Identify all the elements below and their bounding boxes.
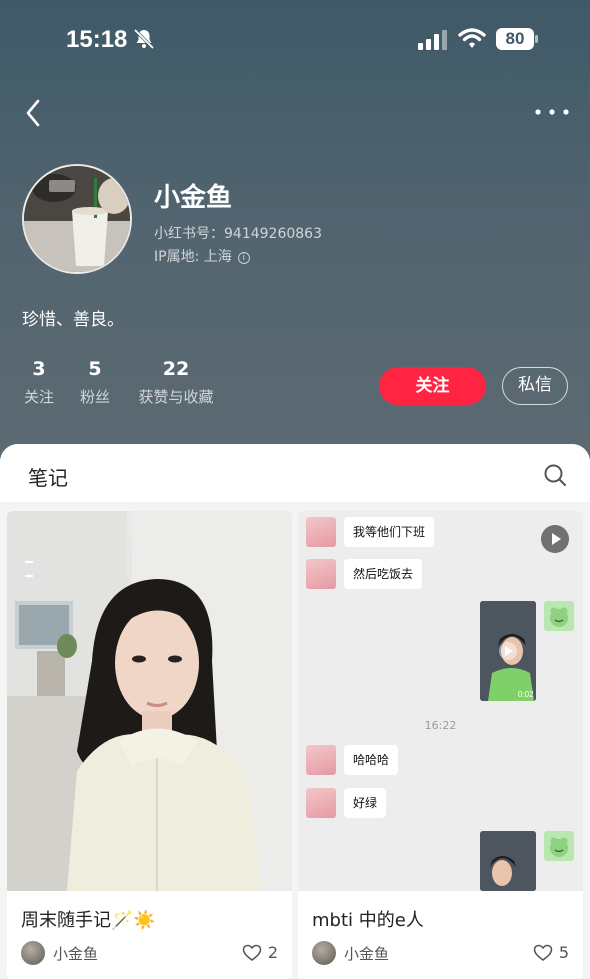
frog-avatar [544, 831, 574, 861]
profile-name: 小金鱼 [154, 183, 233, 213]
note-author: 小金鱼 [53, 945, 99, 963]
author-avatar [312, 941, 336, 965]
stat-followers-label: 粉丝 [79, 388, 110, 406]
battery-icon: 80 [496, 28, 538, 50]
bell-slash-icon [133, 28, 155, 50]
battery-level: 80 [505, 29, 525, 48]
note-cover-image: 我等他们下班 然后吃饭去 0:02 16:22 哈哈哈 好绿 [298, 511, 583, 891]
author-avatar [21, 941, 45, 965]
tab-notes[interactable]: 笔记 [28, 462, 68, 491]
avatar-image [24, 166, 130, 272]
more-options-button[interactable] [532, 100, 572, 124]
heart-icon[interactable] [242, 943, 262, 963]
profile-bio: 珍惜、善良。 [22, 310, 124, 330]
stat-followers[interactable]: 5 粉丝 [78, 358, 112, 407]
video-duration: 0:02 [518, 690, 534, 699]
search-icon[interactable] [543, 463, 567, 487]
play-icon[interactable] [541, 525, 569, 553]
wifi-icon [458, 28, 486, 48]
status-time: 15:18 [66, 26, 128, 53]
note-card[interactable]: 周末随手记🪄☀️ 小金鱼 2 [7, 511, 292, 979]
stat-followers-count: 5 [88, 358, 102, 380]
stat-likes-count: 22 [162, 358, 190, 380]
chat-bubble: 然后吃饭去 [344, 559, 423, 589]
note-cover-image [7, 511, 292, 891]
status-bar: 15:18 80 [0, 0, 590, 80]
note-title: mbti 中的e人 [312, 910, 424, 931]
chat-video-thumbnail: 0:02 [480, 601, 536, 701]
follow-button[interactable]: 关注 [379, 367, 486, 405]
chat-avatar [306, 745, 336, 775]
like-count: 2 [267, 943, 278, 962]
chat-avatar [306, 517, 336, 547]
notes-header: 笔记 [0, 444, 590, 502]
chat-avatar [306, 788, 336, 818]
signal-icon [418, 30, 447, 50]
stat-likes-label: 获赞与收藏 [138, 388, 214, 406]
stat-following-label: 关注 [23, 388, 54, 406]
info-icon[interactable]: i [237, 252, 250, 264]
chat-avatar [306, 559, 336, 589]
ip-location-text: IP属地: 上海 [154, 249, 232, 265]
chat-bubble: 我等他们下班 [344, 517, 435, 547]
stat-likes-collects[interactable]: 22 获赞与收藏 [134, 358, 218, 407]
frog-avatar [544, 601, 574, 631]
notes-panel: 笔记 周末随手记🪄☀️ 小金鱼 2 我等他们下班 然后吃饭去 0:02 16:2… [0, 444, 590, 979]
note-card[interactable]: 我等他们下班 然后吃饭去 0:02 16:22 哈哈哈 好绿 mbti 中的e人… [298, 511, 583, 979]
profile-id: 小红书号：94149260863 [154, 226, 322, 242]
stat-following-count: 3 [32, 358, 46, 380]
back-button[interactable] [20, 96, 48, 130]
chat-video-thumbnail [480, 831, 536, 891]
chat-bubble: 哈哈哈 [344, 745, 399, 775]
profile-ip-location: IP属地: 上海 i [154, 246, 250, 266]
note-title: 周末随手记🪄☀️ [21, 910, 156, 931]
message-button[interactable]: 私信 [502, 367, 568, 405]
heart-icon[interactable] [533, 943, 553, 963]
like-count: 5 [558, 943, 569, 962]
stat-following[interactable]: 3 关注 [22, 358, 56, 407]
chat-time: 16:22 [424, 719, 457, 732]
avatar[interactable] [22, 164, 132, 274]
chat-screenshot: 我等他们下班 然后吃饭去 0:02 16:22 哈哈哈 好绿 [298, 511, 583, 891]
note-author: 小金鱼 [344, 945, 390, 963]
chat-bubble: 好绿 [344, 788, 387, 818]
